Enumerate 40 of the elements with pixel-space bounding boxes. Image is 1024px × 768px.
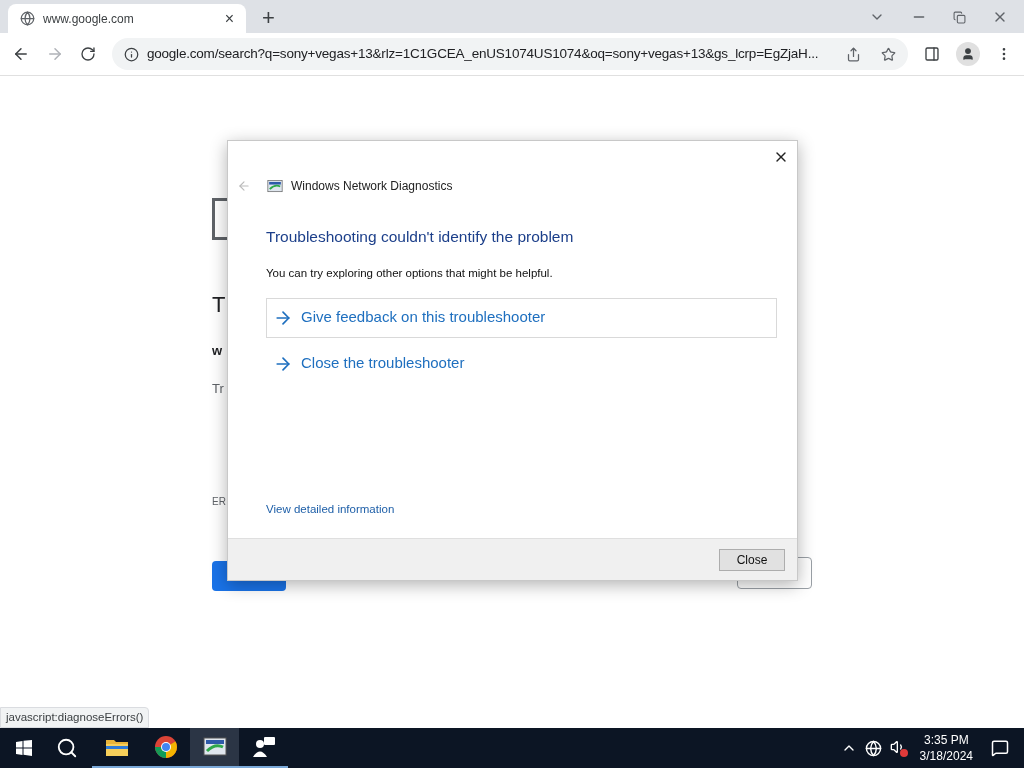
bookmark-icon[interactable] [881,46,897,62]
details-link[interactable]: View detailed information [266,500,395,518]
side-panel-icon[interactable] [924,46,941,62]
share-icon[interactable] [846,46,862,62]
restore-icon[interactable] [953,10,966,24]
error-heading: T [212,291,226,319]
muted-speaker-icon[interactable] [889,739,908,757]
tab-close-button[interactable]: × [224,6,234,31]
status-bubble: javascript:diagnoseErrors() [0,707,150,728]
network-diagnostics-icon [202,737,227,757]
option-link[interactable]: Close the troubleshooter [266,343,777,384]
url-text: google.com/search?q=sony+vegas+13&rlz=1C1GCEA_enUS1074US1074&oq=sony+vegas+13&gs_lcrp=EgZjaH... [146,44,820,63]
tab-title: www.google.com [43,10,135,28]
option-link[interactable]: Give feedback on this troubleshooter [266,297,777,338]
error-host: w [212,342,223,360]
windows-start-icon[interactable] [16,740,32,756]
dialog-heading: Troubleshooting couldn't identify the problem [266,227,575,247]
clock-date[interactable]: 3/18/2024 [919,748,973,764]
notifications-icon[interactable] [991,739,1009,757]
browser-tab[interactable]: www.google.com × [8,4,246,33]
chrome-icon [153,735,178,759]
dialog-title: Windows Network Diagnostics [291,178,453,195]
profile-icon[interactable] [956,42,981,66]
error-code: ER [212,495,226,509]
dialog-message: You can try exploring other options that might be helpful. [266,266,554,282]
reload-icon[interactable] [79,46,96,62]
error-hint: Tr [212,379,224,398]
people-icon [251,736,276,758]
clock-time[interactable]: 3:35 PM [923,732,969,748]
info-icon [123,46,139,62]
globe-icon [20,11,35,26]
network-icon[interactable] [864,739,882,757]
search-icon[interactable] [56,737,78,759]
close-button[interactable]: Close [719,548,785,571]
address-bar[interactable]: google.com/search?q=sony+vegas+13&rlz=1C1GCEA_enUS1074US1074&oq=sony+vegas+13&gs_lcrp=EgZjaH... [111,38,909,70]
taskbar-app[interactable] [190,728,239,768]
back-icon[interactable] [12,45,30,63]
new-tab-button[interactable]: + [262,7,275,29]
folder-icon [104,737,129,757]
network-diagnostics-icon [267,179,283,193]
